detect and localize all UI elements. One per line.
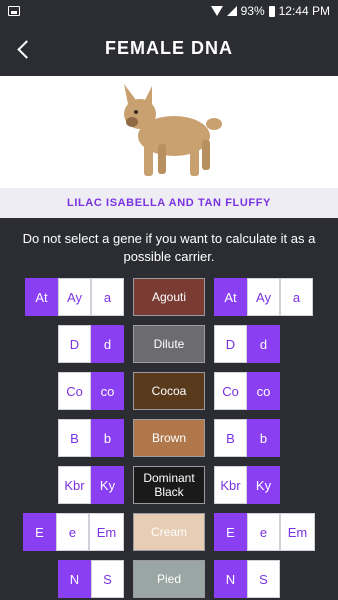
allele-left-Kbr[interactable]: Kbr <box>58 466 91 504</box>
clock: 12:44 PM <box>278 4 330 18</box>
allele-left-N[interactable]: N <box>58 560 91 598</box>
gene-label: Dilute <box>133 325 205 363</box>
battery-percent: 93% <box>240 4 265 18</box>
allele-left-B[interactable]: B <box>58 419 91 457</box>
gene-row-brown: Bb Brown Bb <box>0 419 338 457</box>
gene-row-dominant-black: Kbr Ky Dominant Black Kbr Ky <box>0 466 338 504</box>
allele-right-Ky[interactable]: Ky <box>247 466 280 504</box>
gene-row-agouti: At Ay a Agouti At Ay a <box>0 278 338 316</box>
allele-left-S[interactable]: S <box>91 560 124 598</box>
gene-label: Brown <box>133 419 205 457</box>
allele-right-co[interactable]: co <box>247 372 280 410</box>
dog-illustration <box>124 84 222 176</box>
page-title: FEMALE DNA <box>105 38 233 58</box>
gene-row-dilute: Dd Dilute Dd <box>0 325 338 363</box>
gene-label: Cocoa <box>133 372 205 410</box>
allele-right-Kbr[interactable]: Kbr <box>214 466 247 504</box>
gene-row-pied: N S Pied N S <box>0 560 338 598</box>
battery-icon <box>268 5 275 17</box>
allele-right-Ay[interactable]: Ay <box>247 278 280 316</box>
status-bar: 93% 12:44 PM <box>0 0 338 24</box>
signal-icon <box>226 6 237 16</box>
allele-right-d[interactable]: d <box>247 325 280 363</box>
allele-left-Co[interactable]: Co <box>58 372 91 410</box>
gene-label: Cream <box>133 513 205 551</box>
allele-left-At[interactable]: At <box>25 278 58 316</box>
allele-right-B[interactable]: B <box>214 419 247 457</box>
gene-label: Pied <box>133 560 205 598</box>
allele-left-d[interactable]: d <box>91 325 124 363</box>
allele-left-Ky[interactable]: Ky <box>91 466 124 504</box>
allele-right-b[interactable]: b <box>247 419 280 457</box>
dog-image-panel <box>0 76 338 188</box>
allele-left-b[interactable]: b <box>91 419 124 457</box>
gene-label: Dominant Black <box>133 466 205 504</box>
gene-row-cream: Ee Em Cream Ee Em <box>0 513 338 551</box>
allele-left-e[interactable]: e <box>56 513 89 551</box>
allele-right-Co[interactable]: Co <box>214 372 247 410</box>
allele-right-a[interactable]: a <box>280 278 313 316</box>
hint-text: Do not select a gene if you want to calc… <box>22 231 316 264</box>
status-right: 93% 12:44 PM <box>210 4 330 18</box>
allele-right-Em[interactable]: Em <box>280 513 315 551</box>
allele-right-At[interactable]: At <box>214 278 247 316</box>
allele-left-co[interactable]: co <box>91 372 124 410</box>
allele-left-E[interactable]: E <box>23 513 56 551</box>
allele-right-e[interactable]: e <box>247 513 280 551</box>
gene-row-cocoa: Co co Cocoa Co co <box>0 372 338 410</box>
dog-name: LILAC ISABELLA AND TAN FLUFFY <box>0 188 338 218</box>
allele-right-N[interactable]: N <box>214 560 247 598</box>
image-icon <box>8 6 20 16</box>
allele-right-S[interactable]: S <box>247 560 280 598</box>
allele-right-D[interactable]: D <box>214 325 247 363</box>
allele-left-a[interactable]: a <box>91 278 124 316</box>
app-bar: FEMALE DNA <box>0 24 338 76</box>
allele-left-Ay[interactable]: Ay <box>58 278 91 316</box>
wifi-icon <box>210 6 223 16</box>
allele-left-Em[interactable]: Em <box>89 513 124 551</box>
gene-label: Agouti <box>133 278 205 316</box>
allele-left-D[interactable]: D <box>58 325 91 363</box>
allele-right-E[interactable]: E <box>214 513 247 551</box>
